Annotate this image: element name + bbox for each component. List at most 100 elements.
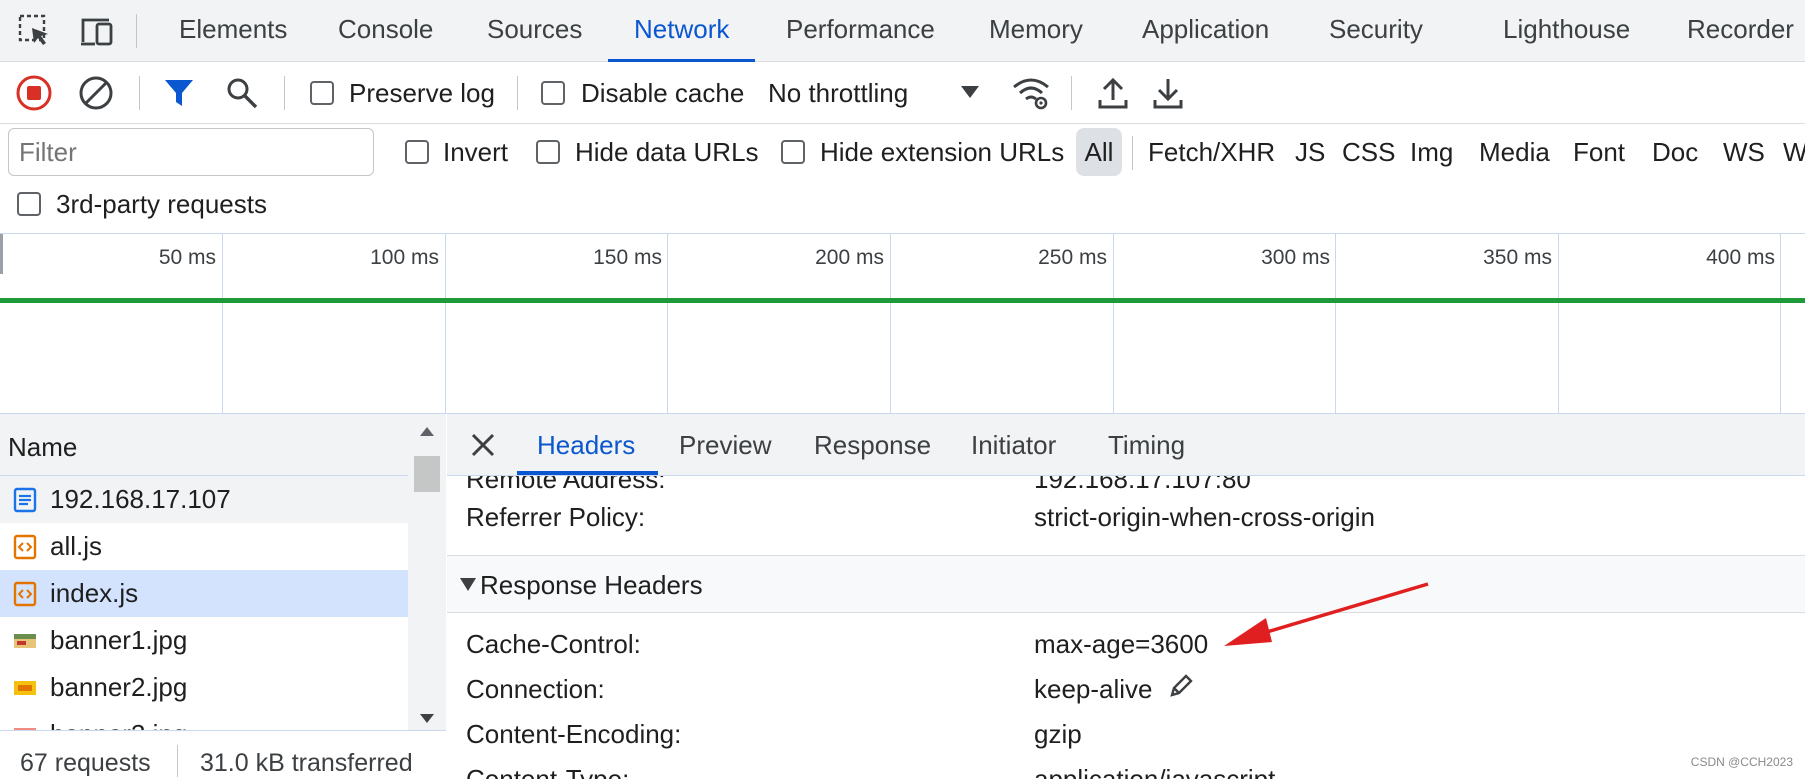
red-arrow-icon: [1220, 580, 1435, 657]
throttling-select[interactable]: No throttling: [768, 78, 908, 109]
timeline-tick: 350 ms: [1483, 246, 1552, 269]
type-filter-media[interactable]: Media: [1479, 137, 1550, 168]
timeline-tick: 200 ms: [815, 246, 884, 269]
header-value[interactable]: keep-alive: [1034, 674, 1153, 705]
hide-data-urls-label[interactable]: Hide data URLs: [575, 137, 759, 168]
script-icon: [12, 534, 38, 560]
request-row[interactable]: banner1.jpg: [0, 617, 408, 664]
inspect-element-icon[interactable]: [16, 12, 54, 50]
tab-timing[interactable]: Timing: [1108, 430, 1185, 461]
request-row[interactable]: banner3.jpg: [0, 711, 408, 730]
header-key: Referrer Policy:: [466, 502, 646, 532]
request-name: all.js: [50, 531, 103, 561]
filter-input[interactable]: [8, 128, 374, 176]
network-conditions-icon[interactable]: [1010, 72, 1052, 114]
header-value[interactable]: strict-origin-when-cross-origin: [1034, 502, 1375, 533]
request-details-panel: Headers Preview Response Initiator Timin…: [447, 414, 1805, 779]
watermark: CSDN @CCH2023: [1690, 755, 1793, 769]
request-row[interactable]: banner2.jpg: [0, 664, 408, 711]
request-list: 192.168.17.107 all.js index.js banner1.j…: [0, 476, 408, 730]
timeline-tick: 150 ms: [593, 246, 662, 269]
request-name: 192.168.17.107: [50, 484, 231, 514]
disable-cache-label[interactable]: Disable cache: [581, 78, 744, 109]
tab-initiator[interactable]: Initiator: [971, 430, 1056, 461]
timeline-tick: 400 ms: [1706, 246, 1775, 269]
pencil-icon[interactable]: [1167, 672, 1195, 705]
timeline-activity-bar: [0, 298, 1805, 303]
scrollbar-thumb[interactable]: [414, 456, 440, 492]
third-party-label[interactable]: 3rd-party requests: [56, 189, 267, 220]
tab-application[interactable]: Application: [1142, 14, 1269, 62]
hide-extension-urls-label[interactable]: Hide extension URLs: [820, 137, 1064, 168]
timeline-tick: 250 ms: [1038, 246, 1107, 269]
filter-bar: Invert Hide data URLs Hide extension URL…: [0, 124, 1805, 234]
type-filter-css[interactable]: CSS: [1342, 137, 1395, 168]
hide-data-urls-checkbox[interactable]: [536, 140, 560, 164]
tab-network[interactable]: Network: [607, 14, 756, 62]
tab-security[interactable]: Security: [1329, 14, 1423, 62]
tab-response[interactable]: Response: [814, 430, 931, 461]
image-icon: [12, 628, 38, 654]
type-filter-ws[interactable]: WS: [1723, 137, 1765, 168]
header-value[interactable]: application/javascript: [1034, 764, 1275, 779]
tab-performance[interactable]: Performance: [786, 14, 935, 62]
type-filter-all[interactable]: All: [1076, 128, 1122, 176]
scroll-up-icon[interactable]: [419, 424, 435, 442]
network-status-bar: 67 requests 31.0 kB transferred: [0, 730, 446, 779]
filter-icon[interactable]: [158, 72, 200, 114]
close-icon[interactable]: [470, 432, 496, 463]
preserve-log-checkbox[interactable]: [310, 81, 334, 105]
request-row[interactable]: 192.168.17.107: [0, 476, 408, 523]
invert-checkbox[interactable]: [405, 140, 429, 164]
network-toolbar: Preserve log Disable cache No throttling: [0, 62, 1805, 124]
type-filter-fetch-xhr[interactable]: Fetch/XHR: [1148, 137, 1275, 168]
chevron-down-icon[interactable]: [960, 85, 980, 104]
header-value[interactable]: 192.168.17.107:80: [1034, 476, 1251, 495]
document-icon: [12, 487, 38, 513]
scroll-down-icon[interactable]: [419, 712, 435, 730]
tab-console[interactable]: Console: [338, 14, 433, 62]
header-value[interactable]: gzip: [1034, 719, 1082, 750]
export-har-icon[interactable]: [1147, 72, 1189, 114]
request-row[interactable]: all.js: [0, 523, 408, 570]
type-filter-img[interactable]: Img: [1410, 137, 1453, 168]
hide-extension-urls-checkbox[interactable]: [781, 140, 805, 164]
tab-sources[interactable]: Sources: [487, 14, 582, 62]
header-value[interactable]: max-age=3600: [1034, 629, 1208, 660]
request-list-panel: Name 192.168.17.107 all.js index.js bann…: [0, 414, 446, 779]
tab-recorder[interactable]: Recorder: [1687, 14, 1794, 62]
tab-preview[interactable]: Preview: [679, 430, 771, 461]
tab-elements[interactable]: Elements: [179, 14, 287, 62]
type-filter-js[interactable]: JS: [1295, 137, 1325, 168]
request-row-selected[interactable]: index.js: [0, 570, 408, 617]
active-tab-indicator: [517, 471, 658, 475]
request-list-scrollbar[interactable]: [408, 414, 446, 730]
disable-cache-checkbox[interactable]: [541, 81, 565, 105]
invert-label[interactable]: Invert: [443, 137, 508, 168]
tab-lighthouse[interactable]: Lighthouse: [1503, 14, 1630, 62]
stop-recording-icon[interactable]: [13, 72, 55, 114]
name-column-header[interactable]: Name: [0, 414, 408, 476]
response-headers-section[interactable]: Response Headers: [447, 555, 1805, 613]
tab-memory[interactable]: Memory: [989, 14, 1083, 62]
transferred-size: 31.0 kB transferred: [200, 749, 413, 777]
request-count: 67 requests: [20, 749, 151, 777]
network-overview-timeline[interactable]: 50 ms 100 ms 150 ms 200 ms 250 ms 300 ms…: [0, 234, 1805, 414]
clear-icon[interactable]: [75, 72, 117, 114]
request-name: banner2.jpg: [50, 672, 188, 702]
import-har-icon[interactable]: [1092, 72, 1134, 114]
search-icon[interactable]: [221, 72, 263, 114]
type-filter-wasm[interactable]: W: [1783, 137, 1805, 168]
expand-triangle-icon[interactable]: [460, 578, 476, 591]
header-key: Content-Encoding:: [466, 719, 682, 749]
type-filter-doc[interactable]: Doc: [1652, 137, 1698, 168]
headers-content: Remote Address: 192.168.17.107:80 Referr…: [447, 476, 1805, 779]
device-toolbar-icon[interactable]: [78, 12, 116, 50]
third-party-checkbox[interactable]: [17, 192, 41, 216]
preserve-log-label[interactable]: Preserve log: [349, 78, 495, 109]
header-key: Cache-Control:: [466, 629, 641, 659]
type-filter-font[interactable]: Font: [1573, 137, 1625, 168]
tab-headers[interactable]: Headers: [537, 430, 635, 461]
header-key: Content-Type:: [466, 764, 630, 779]
request-name: index.js: [50, 578, 139, 608]
